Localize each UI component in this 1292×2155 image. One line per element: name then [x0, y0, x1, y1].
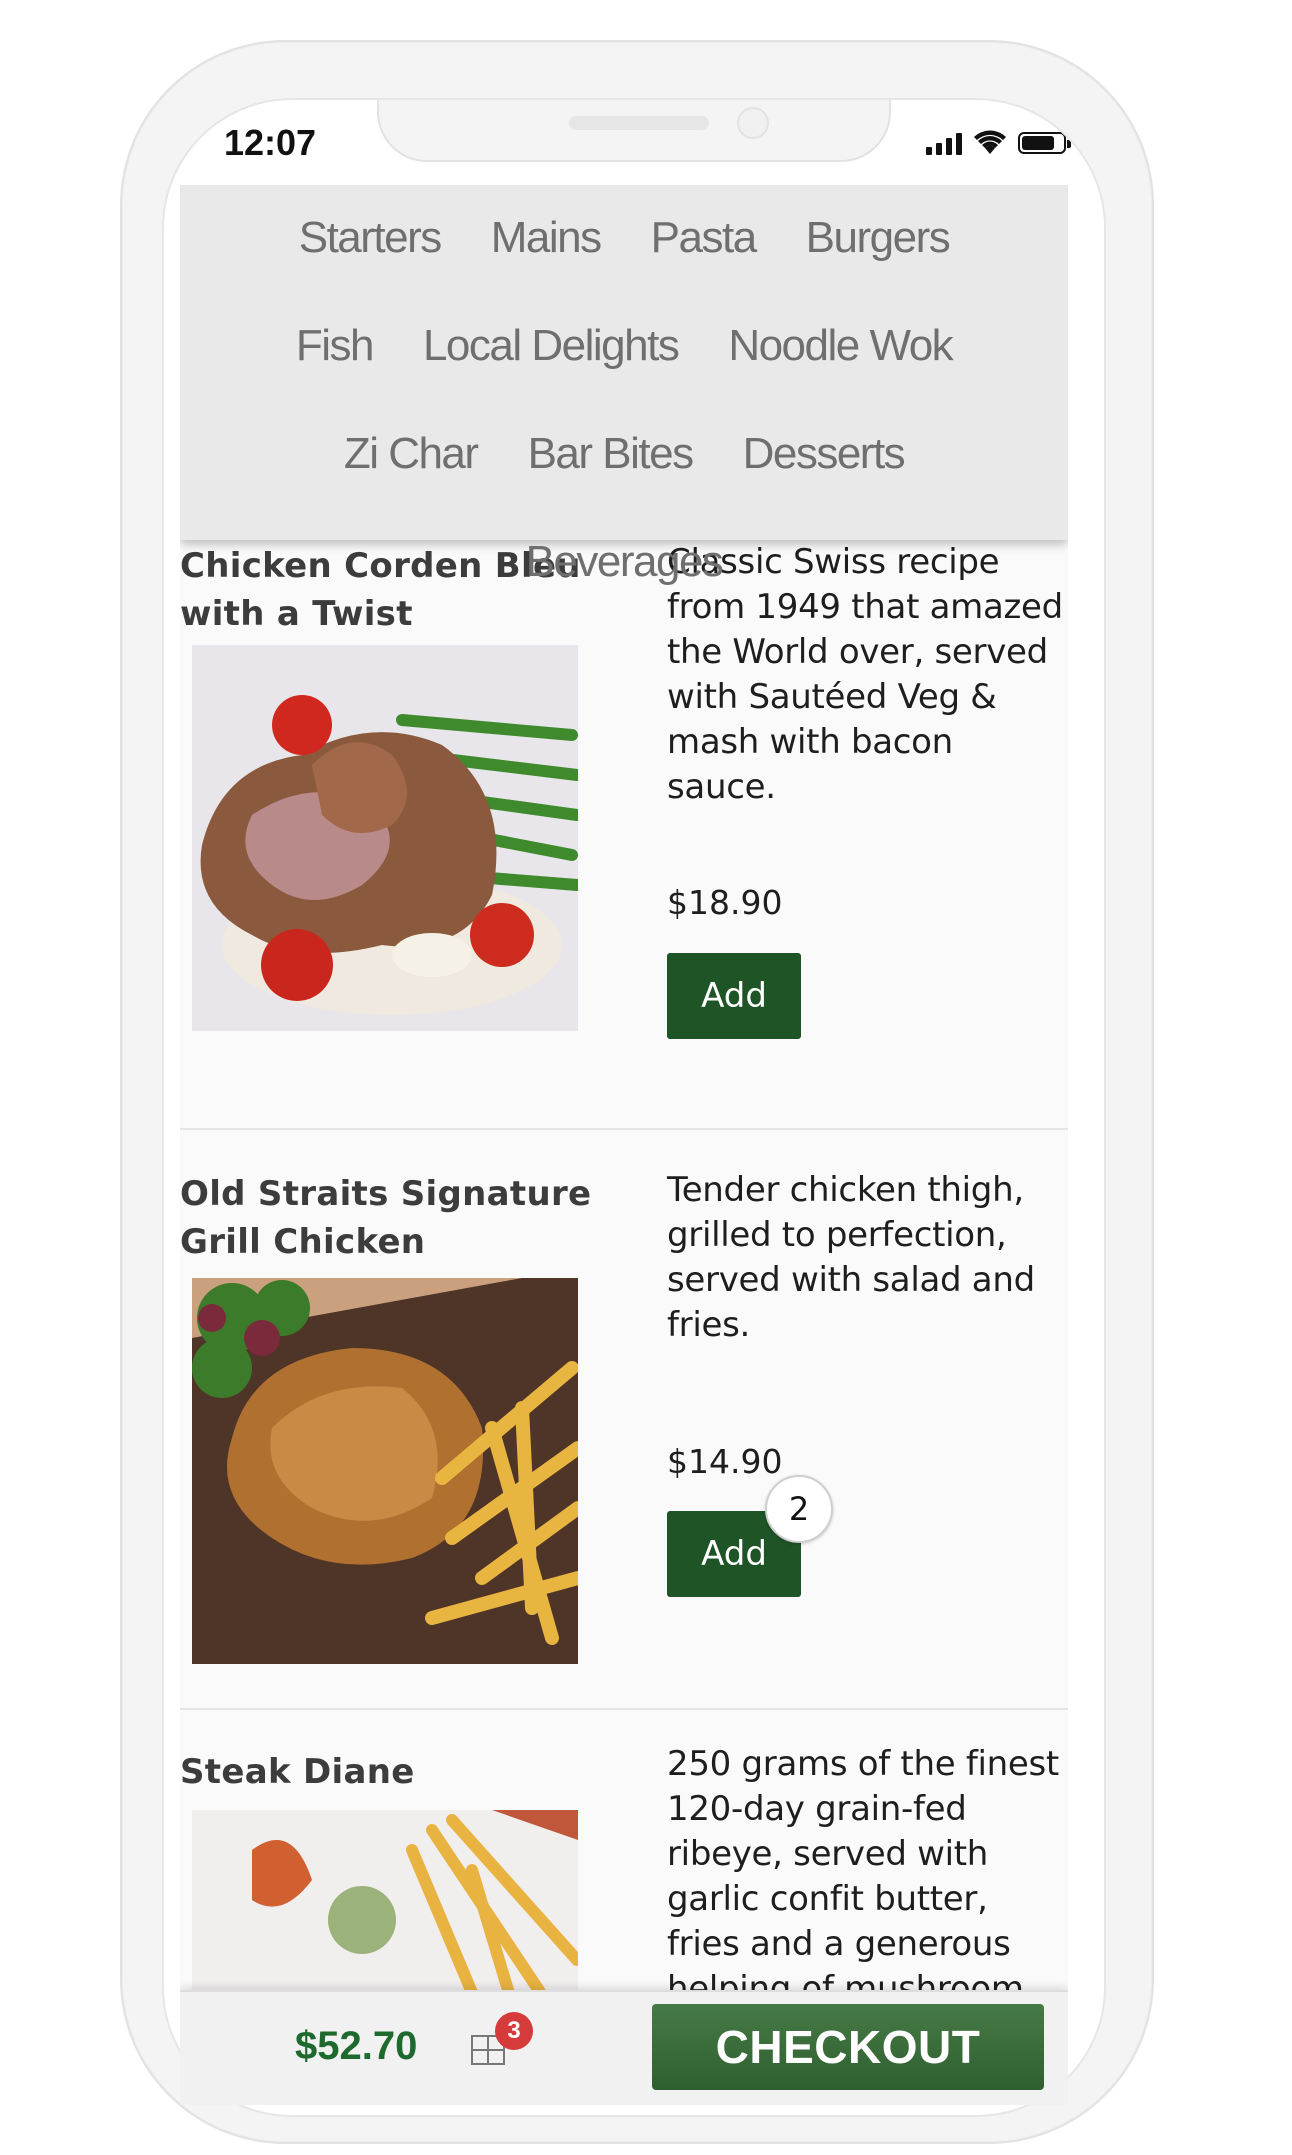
category-starters[interactable]: Starters — [299, 215, 443, 261]
add-button[interactable]: Add — [667, 953, 801, 1039]
dish-description: Tender chicken thigh, grilled to perfect… — [667, 1170, 1035, 1345]
phone-notch — [377, 100, 891, 162]
cellular-signal-icon — [926, 131, 962, 155]
front-camera — [737, 107, 769, 139]
battery-icon — [1018, 132, 1071, 154]
quantity-badge: 2 — [765, 1475, 833, 1543]
category-bar-bites[interactable]: Bar Bites — [528, 431, 695, 477]
dish-name: Old Straits Signature Grill Chicken — [180, 1174, 592, 1262]
category-menu: Starters Mains Pasta Burgers Fish Local … — [180, 185, 1068, 585]
category-mains[interactable]: Mains — [491, 215, 602, 261]
dish-card-chicken-cordon-bleu: Chicken Corden Bleu with a Twist Classic… — [180, 540, 1068, 1130]
app-screen: Starters Mains Pasta Burgers Fish Local … — [180, 185, 1068, 2105]
category-local-delights[interactable]: Local Delights — [423, 323, 680, 369]
checkout-bar: $52.70 3 CHECKOUT — [180, 1990, 1068, 2105]
category-burgers[interactable]: Burgers — [806, 215, 951, 261]
wifi-icon — [974, 130, 1006, 154]
category-noodle-wok[interactable]: Noodle Wok — [728, 323, 953, 369]
category-pasta[interactable]: Pasta — [651, 215, 758, 261]
dish-price: $14.90 — [667, 1442, 783, 1481]
category-fish[interactable]: Fish — [296, 323, 375, 369]
category-zi-char[interactable]: Zi Char — [344, 431, 479, 477]
dish-card-grill-chicken: Old Straits Signature Grill Chicken Tend… — [180, 1130, 1068, 1710]
dish-name: Steak Diane — [180, 1752, 415, 1792]
grill-chicken-photo[interactable] — [192, 1278, 578, 1664]
category-desserts[interactable]: Desserts — [743, 431, 906, 477]
dish-price: $18.90 — [667, 883, 783, 922]
cart-total: $52.70 — [295, 2024, 418, 2068]
dish-list: Chicken Corden Bleu with a Twist Classic… — [180, 540, 1068, 2105]
status-icons — [926, 128, 1071, 158]
speaker-grille — [569, 116, 709, 130]
dish-description: Classic Swiss recipe from 1949 that amaz… — [667, 542, 1063, 807]
category-beverages[interactable]: Beverages — [526, 539, 724, 585]
chicken-cordon-bleu-photo[interactable] — [192, 645, 578, 1031]
status-time: 12:07 — [224, 122, 317, 163]
cart-count-badge: 3 — [495, 2012, 533, 2050]
checkout-button[interactable]: CHECKOUT — [652, 2004, 1044, 2090]
